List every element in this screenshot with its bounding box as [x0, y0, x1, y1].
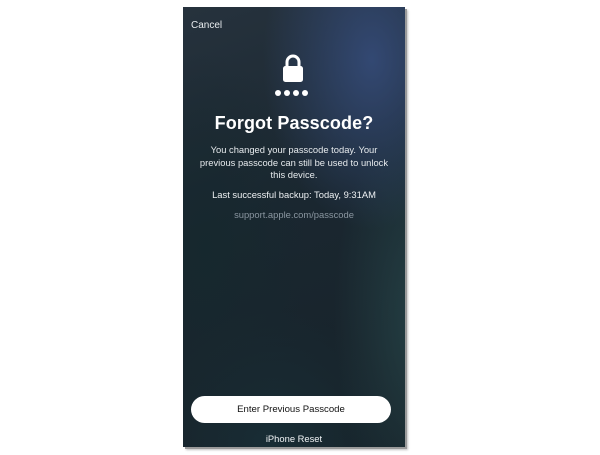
passcode-dots [275, 90, 308, 96]
passcode-dot [275, 90, 281, 96]
iphone-reset-button[interactable]: iPhone Reset [183, 433, 405, 444]
support-link[interactable]: support.apple.com/passcode [183, 209, 405, 220]
passcode-dot [302, 90, 308, 96]
info-message: You changed your passcode today. Your pr… [199, 144, 389, 180]
cancel-button[interactable]: Cancel [191, 20, 222, 31]
backup-info: Last successful backup: Today, 9:31AM [212, 189, 376, 200]
page: Cancel Forgot Passcode? You changed your… [0, 0, 600, 455]
passcode-dot [284, 90, 290, 96]
page-title: Forgot Passcode? [214, 113, 374, 133]
lock-icon [283, 54, 303, 82]
forgot-passcode-screen: Cancel Forgot Passcode? You changed your… [183, 7, 405, 447]
enter-previous-passcode-button[interactable]: Enter Previous Passcode [191, 396, 391, 423]
phone-screen: Cancel Forgot Passcode? You changed your… [183, 7, 405, 447]
passcode-dot [293, 90, 299, 96]
